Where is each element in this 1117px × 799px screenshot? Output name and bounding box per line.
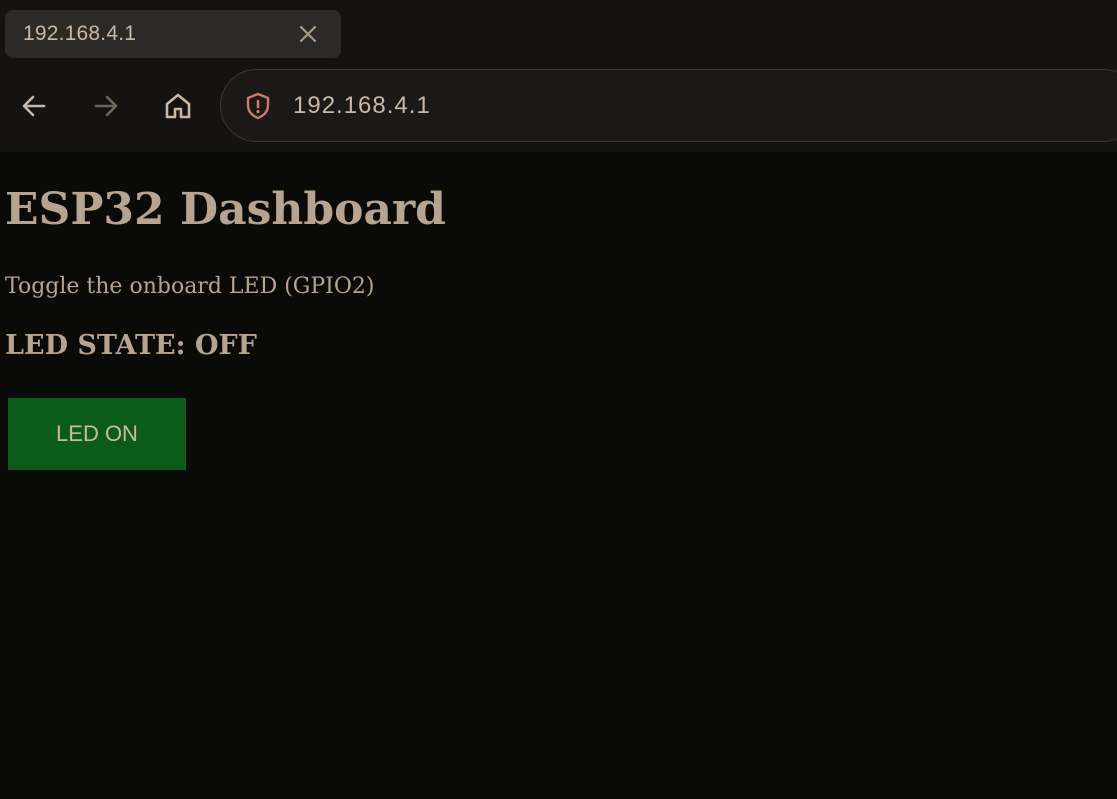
arrow-right-icon[interactable] xyxy=(88,88,124,124)
url-bar[interactable]: 192.168.4.1 xyxy=(220,69,1117,142)
arrow-left-icon[interactable] xyxy=(16,88,52,124)
page-title: ESP32 Dashboard xyxy=(5,184,446,235)
home-icon[interactable] xyxy=(160,88,196,124)
page-content: ESP32 Dashboard Toggle the onboard LED (… xyxy=(0,152,1117,799)
close-icon[interactable] xyxy=(297,23,319,45)
led-on-button[interactable]: LED ON xyxy=(8,398,186,470)
led-state-label: LED STATE: OFF xyxy=(5,330,257,361)
browser-tab[interactable]: 192.168.4.1 xyxy=(5,10,341,58)
shield-warning-icon[interactable] xyxy=(245,92,271,120)
url-text[interactable]: 192.168.4.1 xyxy=(293,92,431,120)
browser-chrome: 192.168.4.1 192.168.4.1 xyxy=(0,0,1117,152)
page-subtitle: Toggle the onboard LED (GPIO2) xyxy=(5,274,375,299)
tab-title: 192.168.4.1 xyxy=(23,22,137,45)
